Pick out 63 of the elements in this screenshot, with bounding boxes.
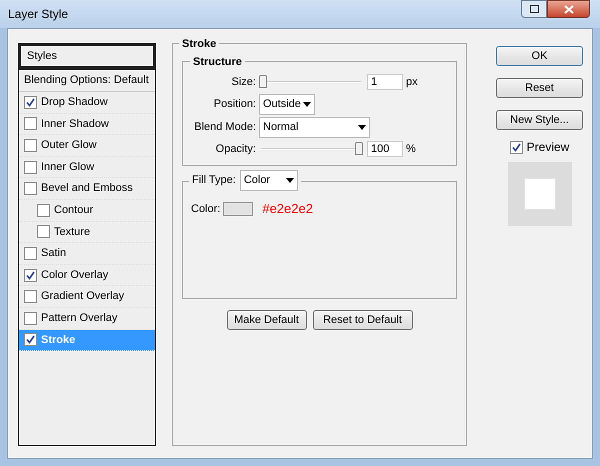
field-label: Opacity:	[214, 142, 257, 157]
caret-icon	[358, 124, 366, 130]
field-label: Blend Mode:	[193, 120, 257, 135]
checkbox[interactable]	[24, 268, 37, 282]
color-swatch[interactable]	[223, 202, 254, 216]
checkbox[interactable]	[24, 246, 37, 260]
window-button[interactable]	[521, 0, 547, 18]
field-label: Position:	[212, 96, 257, 112]
checkbox[interactable]	[24, 182, 37, 196]
dropdown[interactable]: Color	[240, 170, 298, 191]
style-list-item[interactable]: Satin	[19, 243, 155, 265]
slider[interactable]	[259, 75, 363, 89]
window-title: Layer Style	[8, 6, 68, 23]
style-list-item[interactable]: Inner Glow	[19, 156, 155, 178]
checkmark-icon	[26, 270, 35, 280]
styles-header: Styles	[19, 44, 155, 68]
close-icon	[564, 4, 574, 14]
dialog-button[interactable]: Reset	[496, 78, 583, 98]
caret-icon	[286, 178, 294, 183]
dialog-button[interactable]: New Style...	[496, 110, 583, 130]
checkmark-icon	[512, 142, 521, 152]
slider[interactable]	[259, 142, 363, 156]
checkbox[interactable]	[24, 117, 37, 130]
style-list-item[interactable]: Color Overlay	[19, 264, 155, 286]
preview-square	[524, 178, 556, 210]
dialog-button[interactable]: OK	[496, 46, 583, 66]
style-list-item[interactable]: Drop Shadow	[19, 92, 155, 114]
checkmark-icon	[26, 98, 35, 107]
dropdown[interactable]: Outside	[259, 94, 315, 114]
style-list-item[interactable]: Texture	[19, 222, 155, 244]
checkbox[interactable]	[510, 140, 523, 154]
checkbox[interactable]	[24, 138, 37, 152]
style-list-item[interactable]: Contour	[19, 200, 155, 222]
dialog-button[interactable]: Reset to Default	[312, 310, 412, 330]
checkbox[interactable]	[37, 225, 50, 238]
checkbox[interactable]	[37, 204, 50, 217]
restore-icon	[530, 5, 538, 13]
field-label: Size:	[230, 74, 257, 90]
field-label: Fill Type:	[192, 173, 236, 188]
style-list-item[interactable]: Outer Glow	[19, 135, 155, 157]
slider-thumb[interactable]	[355, 142, 363, 155]
input-field[interactable]: 100	[367, 141, 403, 157]
unit-label: %	[406, 142, 416, 157]
checkbox[interactable]	[24, 160, 37, 174]
checkbox[interactable]	[24, 312, 37, 325]
style-list-item[interactable]: Inner Shadow	[19, 114, 155, 136]
preview-label: Preview	[526, 139, 570, 156]
slider-thumb[interactable]	[259, 75, 267, 88]
checkbox[interactable]	[24, 333, 37, 346]
input-field[interactable]: 1	[367, 74, 403, 90]
checkbox[interactable]	[24, 96, 37, 109]
field-label: Color:	[191, 202, 220, 216]
color-code: #e2e2e2	[262, 200, 313, 218]
dialog-button[interactable]: Make Default	[226, 310, 306, 330]
checkbox[interactable]	[24, 290, 37, 304]
style-list-item[interactable]: Gradient Overlay	[19, 286, 155, 308]
dropdown[interactable]: Normal	[259, 116, 370, 138]
unit-label: px	[406, 74, 418, 90]
checkmark-icon	[26, 335, 35, 344]
style-list-item[interactable]: Blending Options: Default	[19, 68, 155, 92]
style-list-item[interactable]: Bevel and Emboss	[19, 178, 155, 200]
caret-icon	[303, 102, 311, 106]
close-button[interactable]	[547, 0, 590, 18]
